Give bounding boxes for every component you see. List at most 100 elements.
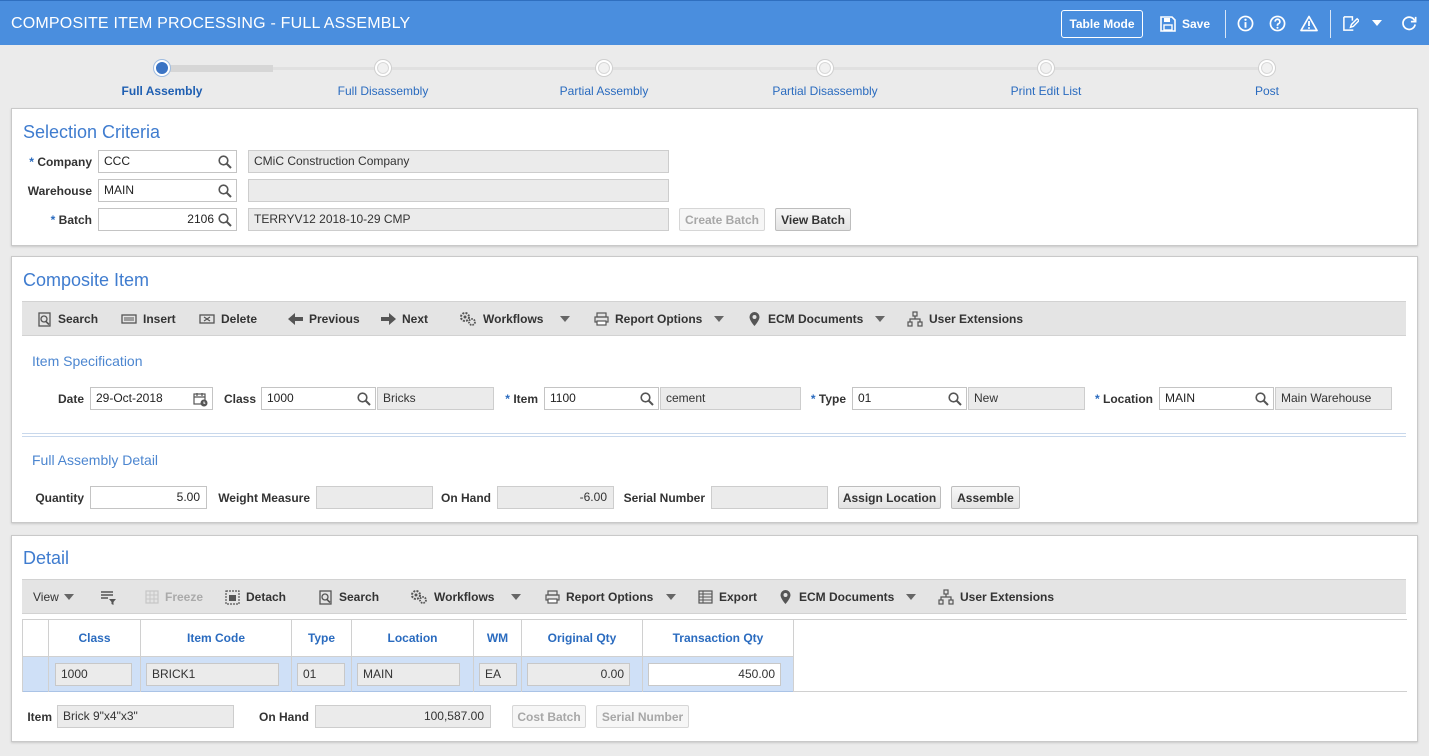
date-input[interactable]: 29-Oct-2018 (90, 387, 213, 410)
step-dot-post[interactable] (1258, 59, 1276, 77)
class-input[interactable]: 1000 (261, 387, 376, 410)
company-input[interactable]: CCC (98, 150, 237, 173)
cell-transaction-qty[interactable]: 450.00 (648, 663, 781, 686)
search-icon[interactable] (218, 155, 232, 169)
on-hand-field: -6.00 (497, 486, 614, 509)
date-label: Date (57, 392, 84, 406)
page-title: COMPOSITE ITEM PROCESSING - FULL ASSEMBL… (11, 15, 411, 32)
next-button[interactable]: Next (381, 311, 428, 327)
freeze-button[interactable]: Freeze (145, 589, 203, 605)
search-icon[interactable] (948, 392, 962, 406)
warning-icon[interactable] (1300, 14, 1318, 32)
ecm-documents-button[interactable]: ECM Documents (778, 589, 894, 605)
calendar-icon[interactable] (193, 392, 208, 407)
refresh-icon[interactable] (1400, 14, 1418, 32)
quantity-input[interactable]: 5.00 (90, 486, 207, 509)
cell-item-code[interactable]: BRICK1 (146, 663, 279, 686)
step-post[interactable]: Post (1255, 84, 1279, 98)
step-dot-partial-assembly[interactable] (595, 59, 613, 77)
search-icon[interactable] (640, 392, 654, 406)
step-dot-print-edit-list[interactable] (1037, 59, 1055, 77)
step-dot-partial-disassembly[interactable] (816, 59, 834, 77)
workflows-caret-icon[interactable] (511, 594, 521, 600)
export-button[interactable]: Export (698, 589, 757, 605)
search-icon[interactable] (218, 184, 232, 198)
user-extensions-button[interactable]: User Extensions (907, 311, 1023, 327)
item-label: * Item (505, 392, 538, 406)
ecm-documents-caret-icon[interactable] (906, 594, 916, 600)
step-partial-assembly[interactable]: Partial Assembly (560, 84, 649, 98)
step-dot-full-disassembly[interactable] (374, 59, 392, 77)
batch-input[interactable]: 2106 (98, 208, 237, 231)
ecm-icon (749, 312, 760, 326)
detail-on-hand-field: 100,587.00 (315, 705, 491, 728)
detail-item-field: Brick 9"x4"x3" (57, 705, 234, 728)
workflows-button[interactable]: Workflows (459, 311, 543, 327)
search-icon[interactable] (357, 392, 371, 406)
chevron-down-icon[interactable] (1368, 14, 1386, 32)
workflows-caret-icon[interactable] (560, 316, 570, 322)
step-dot-full-assembly[interactable] (153, 59, 171, 77)
assign-location-button[interactable]: Assign Location (838, 486, 941, 509)
step-full-disassembly[interactable]: Full Disassembly (338, 84, 429, 98)
create-batch-button[interactable]: Create Batch (679, 208, 765, 231)
selection-criteria-title: Selection Criteria (23, 122, 161, 142)
view-batch-button[interactable]: View Batch (775, 208, 851, 231)
search-button[interactable]: Search (38, 311, 98, 327)
column-header-class[interactable]: Class (49, 620, 141, 657)
cell-original-qty[interactable]: 0.00 (527, 663, 630, 686)
report-options-caret-icon[interactable] (666, 594, 676, 600)
step-print-edit-list[interactable]: Print Edit List (1011, 84, 1082, 98)
cell-location[interactable]: MAIN (357, 663, 460, 686)
report-options-button[interactable]: Report Options (594, 311, 702, 327)
cell-wm[interactable]: EA (479, 663, 517, 686)
help-icon[interactable] (1268, 14, 1286, 32)
delete-icon (199, 314, 215, 324)
type-input[interactable]: 01 (852, 387, 967, 410)
report-options-button[interactable]: Report Options (545, 589, 653, 605)
class-label: Class (223, 392, 256, 406)
search-icon[interactable] (218, 213, 232, 227)
column-header-original-qty[interactable]: Original Qty (522, 620, 643, 657)
ecm-documents-button[interactable]: ECM Documents (747, 311, 863, 327)
filter-columns-button[interactable] (100, 589, 117, 605)
delete-button[interactable]: Delete (199, 311, 257, 327)
column-header-wm[interactable]: WM (474, 620, 522, 657)
ecm-documents-caret-icon[interactable] (875, 316, 885, 322)
item-input[interactable]: 1100 (544, 387, 659, 410)
report-options-caret-icon[interactable] (714, 316, 724, 322)
search-icon[interactable] (1255, 392, 1269, 406)
search-button[interactable]: Search (319, 589, 379, 605)
cell-type[interactable]: 01 (297, 663, 345, 686)
previous-button[interactable]: Previous (288, 311, 360, 327)
column-header-location[interactable]: Location (352, 620, 474, 657)
detail-toolbar: View Freeze Detach Search Workflows Repo… (22, 579, 1406, 614)
step-partial-disassembly[interactable]: Partial Disassembly (772, 84, 877, 98)
column-header-type[interactable]: Type (292, 620, 352, 657)
view-caret-icon[interactable] (64, 594, 74, 600)
workflows-button[interactable]: Workflows (410, 589, 494, 605)
detach-button[interactable]: Detach (225, 589, 286, 605)
warehouse-input[interactable]: MAIN (98, 179, 237, 202)
cell-class[interactable]: 1000 (55, 663, 132, 686)
user-extensions-button[interactable]: User Extensions (938, 589, 1054, 605)
serial-number-button[interactable]: Serial Number (596, 705, 689, 728)
column-header-transaction-qty[interactable]: Transaction Qty (643, 620, 794, 657)
row-selector[interactable] (23, 657, 49, 692)
location-name-field: Main Warehouse (1275, 387, 1392, 410)
info-icon[interactable] (1236, 14, 1254, 32)
detach-icon (225, 589, 240, 605)
save-button[interactable]: Save (1160, 15, 1210, 33)
train-track (162, 67, 1267, 70)
view-menu-button[interactable]: View (33, 589, 59, 605)
location-input[interactable]: MAIN (1159, 387, 1274, 410)
assemble-button[interactable]: Assemble (951, 486, 1020, 509)
insert-button[interactable]: Insert (121, 311, 176, 327)
table-mode-button[interactable]: Table Mode (1061, 10, 1143, 38)
edit-notes-icon[interactable] (1341, 14, 1359, 32)
step-full-assembly[interactable]: Full Assembly (122, 84, 203, 98)
cost-batch-button[interactable]: Cost Batch (512, 705, 586, 728)
column-header-item-code[interactable]: Item Code (141, 620, 292, 657)
gears-icon (460, 312, 476, 326)
process-train: Full Assembly Full Disassembly Partial A… (0, 45, 1429, 105)
